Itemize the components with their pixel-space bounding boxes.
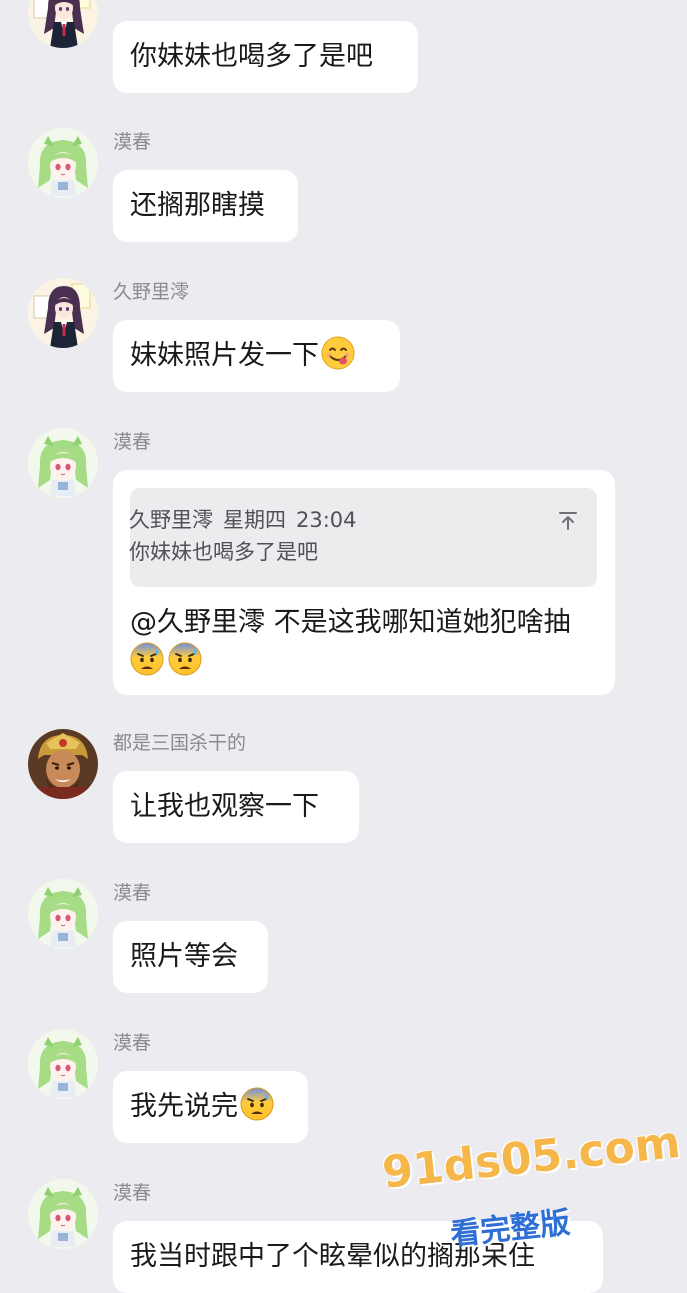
quoted-day: 星期四 (223, 508, 286, 532)
sender-avatar[interactable] (28, 428, 98, 498)
sender-avatar[interactable] (28, 879, 98, 949)
message-text: 让我也观察一下 (130, 791, 319, 822)
quoted-message-header: 久野里澪 星期四 23:04 (129, 506, 357, 534)
sender-avatar[interactable] (28, 0, 98, 48)
anxious-sweat-face-emoji (240, 1087, 274, 1121)
sender-name[interactable]: 漠春 (113, 1181, 151, 1205)
message-text: 妹妹照片发一下 (130, 340, 319, 371)
sender-avatar[interactable] (28, 1029, 98, 1099)
sender-name[interactable]: 漠春 (113, 881, 151, 905)
message-text-block: @久野里澪 不是这我哪知道她犯啥抽 (130, 604, 600, 681)
message-text: 你妹妹也喝多了是吧 (130, 41, 373, 72)
message-text: 我当时跟中了个眩晕似的搁那呆住 (130, 1241, 535, 1272)
sender-name[interactable]: 漠春 (113, 130, 151, 154)
anxious-sweat-face-emoji (130, 642, 164, 676)
sender-avatar[interactable] (28, 128, 98, 198)
chat-message-list[interactable]: 你妹妹也喝多了是吧 漠春 还搁那瞎摸 久野里澪 妹妹照片发一下 漠春 久野里澪 … (0, 0, 687, 1293)
message-bubble[interactable]: 我先说完 (113, 1071, 308, 1143)
sender-name[interactable]: 漠春 (113, 1031, 151, 1055)
arrow-up-icon[interactable] (557, 510, 579, 532)
quoted-text: 你妹妹也喝多了是吧 (129, 540, 318, 564)
message-bubble[interactable]: 你妹妹也喝多了是吧 (113, 21, 418, 93)
quoted-time: 23:04 (296, 508, 357, 532)
message-bubble[interactable]: 久野里澪 星期四 23:04 你妹妹也喝多了是吧 @久野里澪 不是这我哪知道她犯啥抽 (113, 470, 615, 695)
message-text: 还搁那瞎摸 (130, 190, 265, 221)
sender-avatar[interactable] (28, 1179, 98, 1249)
message-text: 我先说完 (130, 1091, 238, 1122)
quoted-author: 久野里澪 (129, 508, 213, 532)
message-bubble[interactable]: 照片等会 (113, 921, 268, 993)
message-bubble[interactable]: 我当时跟中了个眩晕似的搁那呆住 (113, 1221, 603, 1293)
sender-name[interactable]: 都是三国杀干的 (113, 731, 246, 755)
sender-name[interactable]: 漠春 (113, 430, 151, 454)
yum-face-emoji (321, 336, 355, 370)
sender-avatar[interactable] (28, 729, 98, 799)
sender-name[interactable]: 久野里澪 (113, 280, 189, 304)
anxious-sweat-face-emoji (168, 642, 202, 676)
message-bubble[interactable]: 妹妹照片发一下 (113, 320, 400, 392)
sender-avatar[interactable] (28, 278, 98, 348)
message-text: @久野里澪 不是这我哪知道她犯啥抽 (130, 607, 571, 638)
message-bubble[interactable]: 让我也观察一下 (113, 771, 359, 843)
message-text: 照片等会 (130, 941, 238, 972)
message-bubble[interactable]: 还搁那瞎摸 (113, 170, 298, 242)
